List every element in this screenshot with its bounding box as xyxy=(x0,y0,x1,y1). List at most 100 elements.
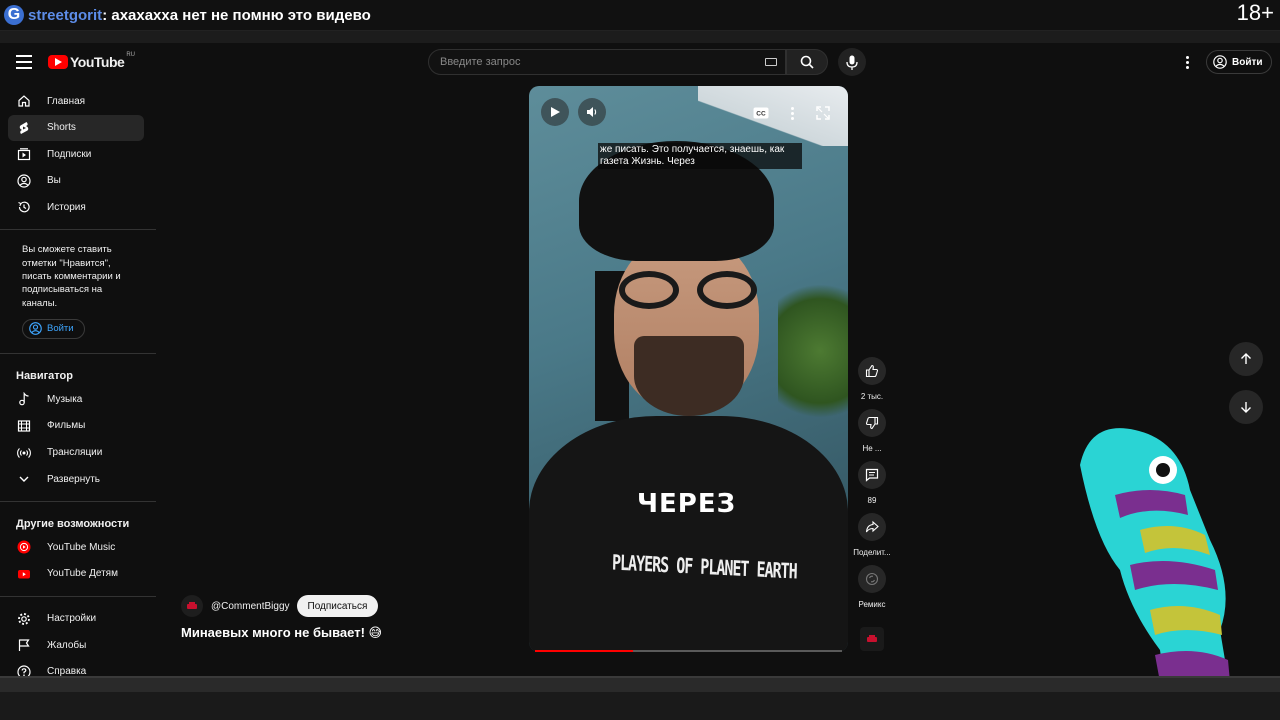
sidebar-item-expand[interactable]: Развернуть xyxy=(8,466,144,492)
shorts-icon xyxy=(16,120,32,136)
sidebar-item-label: Музыка xyxy=(47,393,83,405)
home-icon xyxy=(16,93,32,109)
sidebar-item-label: Shorts xyxy=(47,122,76,134)
video-plant xyxy=(778,266,848,436)
sidebar-item-music[interactable]: Музыка xyxy=(8,386,144,412)
signin-button[interactable]: Войти xyxy=(1206,50,1272,74)
sidebar-item-report[interactable]: Жалобы xyxy=(8,632,144,658)
captions-button[interactable]: CC xyxy=(749,104,773,121)
video-overlay-word: ЧЕРЕЗ xyxy=(637,489,737,519)
sidebar-item-live[interactable]: Трансляции xyxy=(8,440,144,466)
remix-button[interactable] xyxy=(858,565,886,593)
shorts-video-player[interactable]: же писать. Это получается, знаешь, как г… xyxy=(529,86,848,652)
history-icon xyxy=(16,199,32,215)
dislike-label: Не ... xyxy=(862,444,882,453)
youtube-logo[interactable]: YouTube RU xyxy=(48,52,135,70)
comments-button[interactable] xyxy=(858,461,886,489)
sidebar-item-youtube-music[interactable]: YouTube Music xyxy=(8,534,144,560)
play-button[interactable] xyxy=(541,98,569,126)
chevron-down-icon xyxy=(16,471,32,487)
remix-icon xyxy=(865,572,879,586)
sidebar-item-home[interactable]: Главная xyxy=(8,88,144,114)
sidebar-item-subscriptions[interactable]: Подписки xyxy=(8,141,144,167)
sidebar-item-youtube-kids[interactable]: YouTube Детям xyxy=(8,561,144,587)
remix-label: Ремикс xyxy=(858,600,886,609)
sidebar-divider xyxy=(0,501,156,503)
svg-text:CC: CC xyxy=(756,110,766,117)
sock-puppet-overlay xyxy=(1080,428,1235,720)
sidebar-item-label: Жалобы xyxy=(47,639,87,651)
voice-search-button[interactable] xyxy=(838,48,866,76)
account-icon xyxy=(1213,55,1227,69)
volume-icon xyxy=(587,107,597,117)
arrow-up-icon xyxy=(1241,353,1251,364)
video-caption: же писать. Это получается, знаешь, как г… xyxy=(598,143,802,169)
signin-promo-text: Вы сможете ставить отметки "Нравится", п… xyxy=(22,244,121,309)
sidebar-item-label: Развернуть xyxy=(47,473,101,485)
more-options-icon[interactable] xyxy=(1180,52,1194,72)
search-button[interactable] xyxy=(786,49,828,75)
menu-icon[interactable] xyxy=(16,55,32,69)
sidebar-item-label: Настройки xyxy=(47,613,97,625)
search-box xyxy=(428,49,786,75)
player-more-icon[interactable] xyxy=(786,104,798,122)
play-icon xyxy=(551,107,560,117)
comment-count: 89 xyxy=(867,496,877,505)
search-icon xyxy=(800,55,814,69)
video-progress-bar[interactable] xyxy=(535,650,842,652)
channel-avatar-icon xyxy=(187,602,197,609)
like-button[interactable] xyxy=(858,357,886,385)
mic-icon xyxy=(846,55,858,70)
share-button[interactable] xyxy=(858,513,886,541)
volume-button[interactable] xyxy=(578,98,606,126)
sidebar-divider xyxy=(0,595,156,597)
youtube-music-icon xyxy=(16,539,32,555)
sidebar-item-label: Подписки xyxy=(47,148,92,160)
sidebar: Главная Shorts Подписки Вы История Вы см… xyxy=(0,88,156,686)
logo-region: RU xyxy=(126,52,135,58)
sidebar-item-label: История xyxy=(47,201,86,213)
fullscreen-icon[interactable] xyxy=(815,105,831,126)
subscribe-button[interactable]: Подписаться xyxy=(296,595,379,617)
sidebar-item-films[interactable]: Фильмы xyxy=(8,413,144,439)
chat-message: : ахахахха нет не помню это видево xyxy=(102,6,371,24)
music-icon xyxy=(16,391,32,407)
channel-handle[interactable]: @CommentBiggy xyxy=(211,601,290,612)
overlay-stripe xyxy=(0,31,1280,43)
chat-username: streetgorit xyxy=(28,6,103,24)
previous-short-button[interactable] xyxy=(1229,342,1263,376)
share-icon xyxy=(865,520,879,533)
stream-chat-bar: G streetgorit : ахахахха нет не помню эт… xyxy=(0,0,1280,31)
thumbs-up-icon xyxy=(865,364,879,378)
sidebar-item-shorts[interactable]: Shorts xyxy=(8,114,144,141)
keyboard-icon[interactable] xyxy=(765,58,777,66)
sound-thumbnail[interactable] xyxy=(860,627,884,651)
sidebar-item-you[interactable]: Вы xyxy=(8,168,144,194)
youtube-play-icon xyxy=(48,55,68,69)
channel-avatar[interactable] xyxy=(181,595,203,617)
channel-info: @CommentBiggy Подписаться xyxy=(181,595,379,617)
logo-text: YouTube xyxy=(70,54,125,70)
flag-icon xyxy=(16,637,32,653)
sidebar-item-settings[interactable]: Настройки xyxy=(8,606,144,632)
next-short-button[interactable] xyxy=(1229,390,1263,424)
sidebar-signin-button[interactable]: Войти xyxy=(22,318,85,339)
settings-icon xyxy=(16,611,32,627)
search-input[interactable] xyxy=(440,56,750,68)
other-features-title: Другие возможности xyxy=(16,518,130,531)
signin-label: Войти xyxy=(1232,56,1263,68)
share-label: Поделит... xyxy=(853,548,891,557)
sidebar-signin-label: Войти xyxy=(47,323,74,335)
film-icon xyxy=(16,418,32,434)
thumbs-down-icon xyxy=(865,416,879,430)
sidebar-item-label: YouTube Music xyxy=(47,541,116,553)
sidebar-item-label: Главная xyxy=(47,95,86,107)
overlay-bottom-bar xyxy=(0,676,1280,720)
navigator-title: Навигатор xyxy=(16,370,73,383)
youtube-kids-icon xyxy=(16,566,32,582)
sidebar-item-history[interactable]: История xyxy=(8,194,144,220)
dislike-button[interactable] xyxy=(858,409,886,437)
chat-logo-icon: G xyxy=(4,5,24,25)
sound-icon xyxy=(867,635,877,642)
sidebar-item-label: YouTube Детям xyxy=(47,568,118,580)
